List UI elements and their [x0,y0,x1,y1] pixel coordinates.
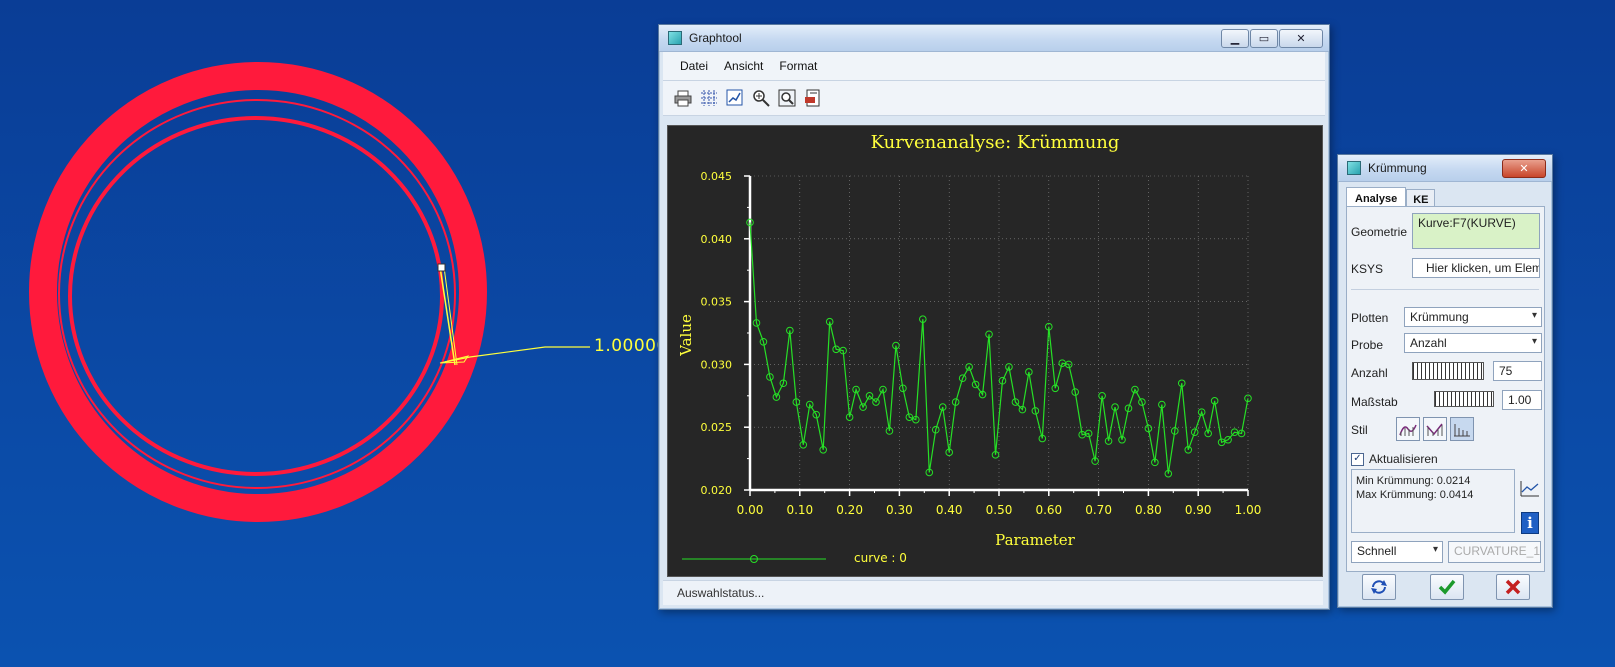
stil-label: Stil [1351,423,1368,437]
info-box: Min Krümmung: 0.0214 Max Krümmung: 0.041… [1351,469,1515,533]
start-point-handle[interactable] [437,263,446,272]
graphtool-app-icon [668,31,682,45]
menubar: Datei Ansicht Format [663,52,1325,81]
toolbar [663,81,1325,116]
y-tick-label: 0.045 [701,170,733,183]
style-linear-button[interactable] [1423,417,1447,441]
menu-datei[interactable]: Datei [672,59,716,73]
ring-inner[interactable] [68,116,444,476]
repeat-icon [1371,580,1387,594]
massstab-slider[interactable] [1434,391,1494,407]
statusbar: Auswahlstatus... [663,580,1323,605]
separator [1351,289,1539,290]
check-icon [1438,579,1456,595]
repeat-button[interactable] [1362,574,1396,600]
y-tick-label: 0.030 [701,358,733,371]
x-tick-label: 0.90 [1185,503,1212,517]
dialog-app-icon [1347,161,1361,175]
info-min: Min Krümmung: 0.0214 [1356,475,1471,487]
close-button[interactable]: ✕ [1279,28,1323,48]
zoom-fit-icon[interactable] [777,88,797,108]
style-spline-button[interactable] [1396,417,1420,441]
x-tick-label: 1.00 [1235,503,1262,517]
massstab-label: Maßstab [1351,395,1398,409]
info-icon[interactable]: i [1521,512,1539,534]
model-viewport[interactable]: 1.000000 [0,0,679,667]
x-tick-label: 0.10 [786,503,813,517]
massstab-input[interactable]: 1.00 [1502,390,1542,410]
result-name-field[interactable]: CURVATURE_1 [1448,541,1541,563]
mode-select[interactable]: Schnell [1351,541,1443,563]
status-text: Auswahlstatus... [677,586,765,600]
graphtool-window: Graphtool ▁ ▭ ✕ Datei Ansicht Format Kur… [658,24,1330,610]
dialog-titlebar[interactable]: Krümmung ✕ [1338,155,1552,182]
x-tick-label: 0.50 [986,503,1013,517]
y-tick-label: 0.040 [701,233,733,246]
export-icon[interactable] [803,88,823,108]
y-tick-label: 0.025 [701,421,733,434]
info-max: Max Krümmung: 0.0414 [1356,489,1474,501]
plotten-select[interactable]: Krümmung [1404,307,1542,327]
ring-outer[interactable] [29,62,487,522]
style-linear-icon [1426,423,1443,436]
chart-edit-icon[interactable] [725,88,745,108]
style-comb-icon [1454,424,1470,437]
legend-label: curve : 0 [854,551,907,565]
geometrie-field[interactable]: Kurve:F7(KURVE) [1412,213,1540,249]
x-tick-label: 0.20 [836,503,863,517]
style-spline-icon [1399,424,1417,436]
probe-select-value: Anzahl [1410,336,1447,350]
probe-label: Probe [1351,338,1384,352]
x-tick-label: 0.00 [737,503,764,517]
print-icon[interactable] [673,88,693,108]
ksys-field[interactable]: Hier klicken, um Elem [1412,258,1540,278]
viewport-canvas[interactable] [0,0,660,667]
x-tick-label: 0.80 [1135,503,1162,517]
dialog-title: Krümmung [1368,161,1427,175]
cancel-icon [1505,579,1521,595]
cancel-button[interactable] [1496,574,1530,600]
chart-title: Kurvenanalyse: Krümmung [871,132,1120,153]
aktualisieren-label: Aktualisieren [1369,452,1438,466]
anzahl-input[interactable]: 75 [1493,361,1542,381]
minimize-button[interactable]: ▁ [1221,28,1249,48]
analyse-panel: Geometrie Kurve:F7(KURVE) KSYS Hier klic… [1346,206,1545,572]
kruemmung-dialog: Krümmung ✕ Analyse KE Geometrie Kurve:F7… [1337,154,1553,608]
ok-button[interactable] [1430,574,1464,600]
maximize-button[interactable]: ▭ [1250,28,1278,48]
ring-thin [58,99,456,489]
menu-ansicht[interactable]: Ansicht [716,59,771,73]
y-axis-label: Value [677,314,695,357]
x-tick-label: 0.30 [886,503,913,517]
plotten-label: Plotten [1351,311,1389,325]
graphtool-title: Graphtool [689,31,742,45]
aktualisieren-checkbox[interactable]: ✓ [1351,453,1364,466]
style-comb-button[interactable] [1450,417,1474,441]
curvature-chart[interactable]: Kurvenanalyse: Krümmung 0.00 0.10 0.20 0.30… [668,126,1322,576]
x-axis-label: Parameter [995,531,1075,549]
chart-area[interactable]: Kurvenanalyse: Krümmung 0.00 0.10 0.20 0.30… [667,125,1323,577]
geometrie-label: Geometrie [1351,225,1408,239]
plotten-select-value: Krümmung [1410,310,1469,324]
anzahl-label: Anzahl [1351,366,1388,380]
probe-select[interactable]: Anzahl [1404,333,1542,353]
menu-format[interactable]: Format [771,59,825,73]
chart-ticks: 0.00 0.10 0.20 0.30 0.40 0.50 0.60 0.70 0.80 0.90… [701,170,1262,517]
dialog-close-button[interactable]: ✕ [1502,158,1546,178]
x-tick-label: 0.60 [1035,503,1062,517]
y-tick-label: 0.020 [701,484,733,497]
legend: curve : 0 [682,551,907,565]
zoom-in-icon[interactable] [751,88,771,108]
x-tick-label: 0.70 [1085,503,1112,517]
x-tick-label: 0.40 [936,503,963,517]
anzahl-slider[interactable] [1412,362,1484,380]
mode-select-value: Schnell [1357,544,1397,558]
ksys-label: KSYS [1351,262,1384,276]
graphtool-titlebar[interactable]: Graphtool ▁ ▭ ✕ [659,25,1329,52]
graph-icon[interactable] [1519,479,1541,499]
y-tick-label: 0.035 [701,296,733,309]
grid-icon[interactable] [699,88,719,108]
